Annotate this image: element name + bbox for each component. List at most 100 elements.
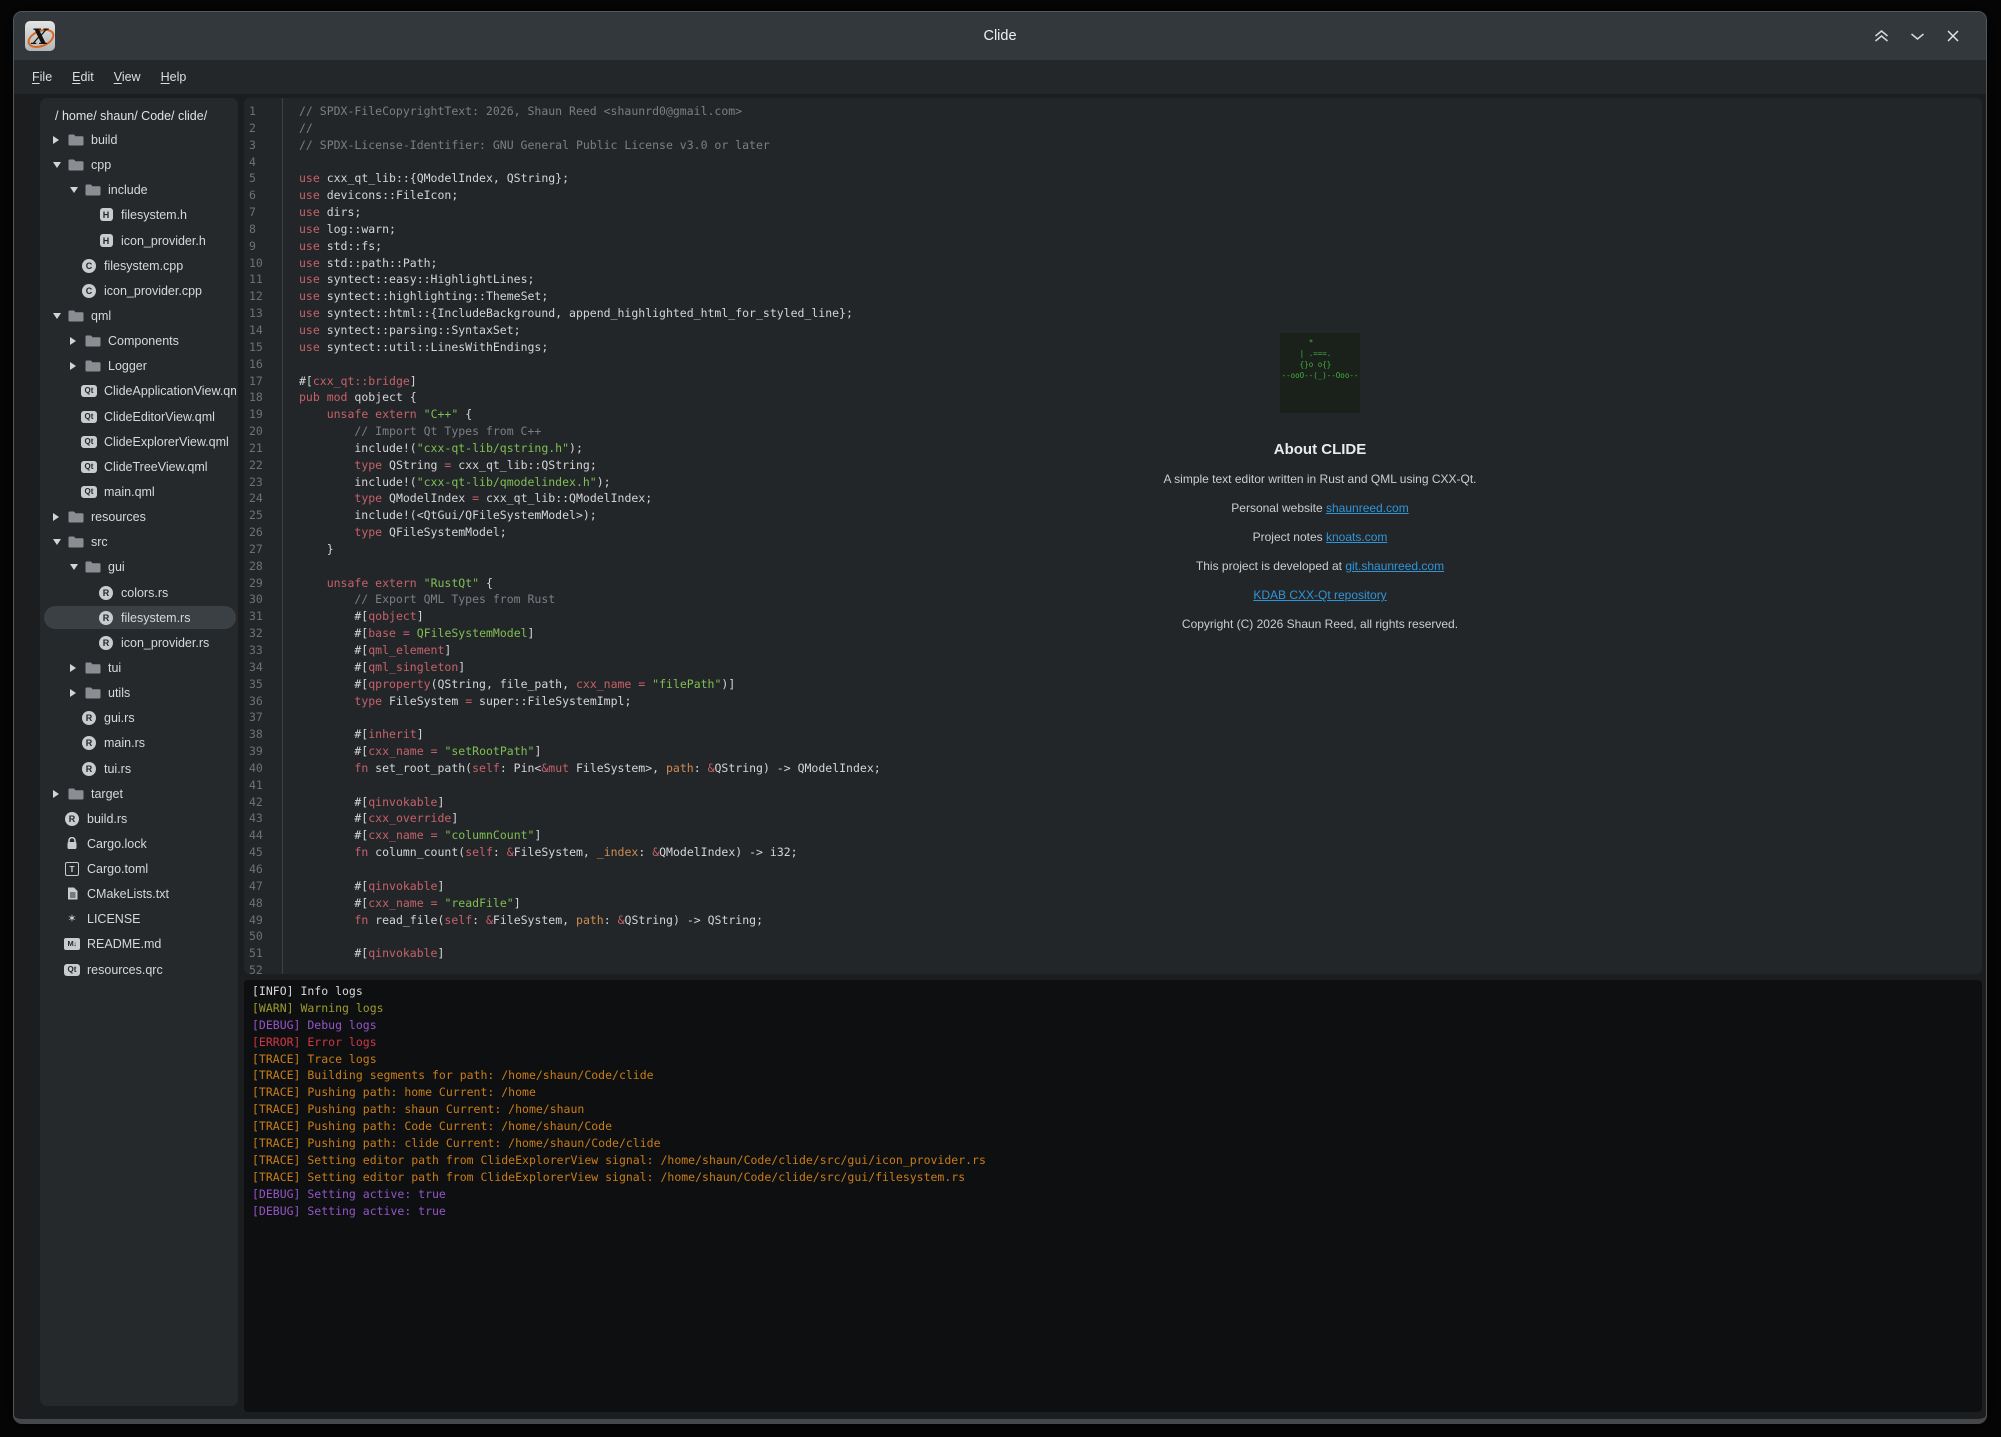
- code-text: use std::path::Path;: [282, 255, 437, 272]
- tree-item-icon-provider-cpp[interactable]: Cicon_provider.cpp: [44, 279, 236, 302]
- tree-item-build[interactable]: build: [44, 128, 236, 151]
- chevron-down-icon[interactable]: [52, 538, 68, 546]
- tree-item-label: filesystem.cpp: [104, 259, 183, 273]
- close-button[interactable]: [1944, 27, 1962, 45]
- chevron-right-icon[interactable]: [69, 663, 85, 673]
- tree-item-label: tui: [108, 661, 121, 675]
- code-text: #[qinvokable]: [282, 945, 444, 962]
- code-text: use std::fs;: [282, 238, 382, 255]
- tree-item-tui[interactable]: tui: [44, 656, 236, 679]
- tree-item-logger[interactable]: Logger: [44, 354, 236, 377]
- code-line: 5use cxx_qt_lib::{QModelIndex, QString};: [244, 170, 1982, 187]
- about-text-line: KDAB CXX-Qt repository: [1150, 581, 1490, 610]
- xorg-x-glyph: X: [32, 26, 48, 47]
- tree-item-label: tui.rs: [104, 762, 131, 776]
- chevron-down-icon[interactable]: [52, 312, 68, 320]
- link-kdab-cxx-qt-repository[interactable]: KDAB CXX-Qt repository: [1253, 588, 1386, 602]
- chevron-right-icon[interactable]: [52, 512, 68, 522]
- line-number: 33: [244, 642, 282, 659]
- tree-item-clideapplicationview-qml[interactable]: QtClideApplicationView.qml: [44, 379, 236, 402]
- chevron-right-icon[interactable]: [52, 135, 68, 145]
- tree-item-utils[interactable]: utils: [44, 681, 236, 704]
- titlebar[interactable]: X Clide: [14, 12, 1986, 60]
- minimize-button[interactable]: [1908, 27, 1926, 45]
- menu-item-view[interactable]: View: [104, 64, 151, 90]
- tree-item-cargo-lock[interactable]: Cargo.lock: [44, 832, 236, 855]
- code-line: 36 type FileSystem = super::FileSystemIm…: [244, 693, 1982, 710]
- chevron-right-icon[interactable]: [52, 789, 68, 799]
- code-line: 50: [244, 928, 1982, 945]
- tree-item-src[interactable]: src: [44, 530, 236, 553]
- chevron-down-icon[interactable]: [69, 186, 85, 194]
- chevron-right-icon[interactable]: [69, 688, 85, 698]
- chevron-right-icon[interactable]: [69, 361, 85, 371]
- tree-item-filesystem-rs[interactable]: Rfilesystem.rs: [44, 606, 236, 629]
- file-explorer-panel[interactable]: / home/ shaun/ Code/ clide/ buildcpp incl…: [40, 98, 238, 1406]
- tree-item-cargo-toml[interactable]: TCargo.toml: [44, 857, 236, 880]
- log-line-debug: [DEBUG] Setting active: true: [252, 1186, 1982, 1203]
- about-text-line: This project is developed at git.shaunre…: [1150, 552, 1490, 581]
- tree-root-path[interactable]: / home/ shaun/ Code/ clide/: [55, 106, 236, 126]
- line-number: 31: [244, 608, 282, 625]
- tree-item-resources[interactable]: resources: [44, 505, 236, 528]
- chevron-down-icon[interactable]: [69, 563, 85, 571]
- code-editor[interactable]: 1// SPDX-FileCopyrightText: 2026, Shaun …: [244, 98, 1982, 974]
- code-line: 9use std::fs;: [244, 238, 1982, 255]
- log-line-trace: [TRACE] Pushing path: Code Current: /hom…: [252, 1118, 1982, 1135]
- tree-item-readme-md[interactable]: M↓README.md: [44, 932, 236, 955]
- code-line: 34 #[qml_singleton]: [244, 659, 1982, 676]
- tree-item-main-rs[interactable]: Rmain.rs: [44, 731, 236, 754]
- menu-item-edit[interactable]: Edit: [62, 64, 104, 90]
- code-line: 2//: [244, 120, 1982, 137]
- tree-item-qml[interactable]: qml: [44, 304, 236, 327]
- code-text: //: [282, 120, 313, 137]
- line-number: 35: [244, 676, 282, 693]
- tree-item-filesystem-cpp[interactable]: Cfilesystem.cpp: [44, 254, 236, 277]
- tree-item-colors-rs[interactable]: Rcolors.rs: [44, 581, 236, 604]
- menu-item-help[interactable]: Help: [151, 64, 197, 90]
- rollup-button[interactable]: [1872, 27, 1890, 45]
- tree-item-gui[interactable]: gui: [44, 555, 236, 578]
- tree-item-target[interactable]: target: [44, 782, 236, 805]
- tree-item-include[interactable]: include: [44, 178, 236, 201]
- tree-item-build-rs[interactable]: Rbuild.rs: [44, 807, 236, 830]
- chevron-right-icon[interactable]: [69, 336, 85, 346]
- tree-item-clideeditorview-qml[interactable]: QtClideEditorView.qml: [44, 405, 236, 428]
- about-text-line: Project notes knoats.com: [1150, 523, 1490, 552]
- log-output-panel[interactable]: [INFO] Info logs[WARN] Warning logs[DEBU…: [244, 980, 1982, 1412]
- tree-item-license[interactable]: ✶LICENSE: [44, 907, 236, 930]
- menu-item-file[interactable]: File: [22, 64, 62, 90]
- code-line: 31 #[qobject]: [244, 608, 1982, 625]
- tree-item-icon-provider-h[interactable]: Hicon_provider.h: [44, 229, 236, 252]
- link-knoats[interactable]: knoats.com: [1326, 530, 1387, 544]
- link-shaunreed[interactable]: shaunreed.com: [1326, 501, 1409, 515]
- code-line: 46: [244, 861, 1982, 878]
- line-number: 52: [244, 962, 282, 974]
- line-number: 27: [244, 541, 282, 558]
- tree-item-icon-provider-rs[interactable]: Ricon_provider.rs: [44, 631, 236, 654]
- tree-item-tui-rs[interactable]: Rtui.rs: [44, 757, 236, 780]
- tree-item-resources-qrc[interactable]: Qtresources.qrc: [44, 958, 236, 981]
- code-text: pub mod qobject {: [282, 389, 417, 406]
- chevron-down-icon[interactable]: [52, 161, 68, 169]
- link-git-shaunreed[interactable]: git.shaunreed.com: [1345, 559, 1444, 573]
- line-number: 51: [244, 945, 282, 962]
- tree-item-cmakelists-txt[interactable]: CMakeLists.txt: [44, 882, 236, 905]
- tree-item-label: Components: [108, 334, 179, 348]
- tree-item-clidetreeview-qml[interactable]: QtClideTreeView.qml: [44, 455, 236, 478]
- tree-item-cpp[interactable]: cpp: [44, 153, 236, 176]
- tree-item-label: include: [108, 183, 148, 197]
- code-line: 18pub mod qobject {: [244, 389, 1982, 406]
- tree-item-components[interactable]: Components: [44, 329, 236, 352]
- tree-item-label: CMakeLists.txt: [87, 887, 169, 901]
- tree-item-filesystem-h[interactable]: Hfilesystem.h: [44, 203, 236, 226]
- folder-icon: [85, 360, 101, 372]
- tree-item-gui-rs[interactable]: Rgui.rs: [44, 706, 236, 729]
- tree-item-clideexplorerview-qml[interactable]: QtClideExplorerView.qml: [44, 430, 236, 453]
- tree-item-main-qml[interactable]: Qtmain.qml: [44, 480, 236, 503]
- line-number: 7: [244, 204, 282, 221]
- code-text: fn read_file(self: &FileSystem, path: &Q…: [282, 912, 763, 929]
- code-text: #[inherit]: [282, 726, 424, 743]
- ascii-art: * | .===. {}o o{} --ooO--(_)--Ooo--: [1282, 337, 1359, 413]
- code-text: type FileSystem = super::FileSystemImpl;: [282, 693, 631, 710]
